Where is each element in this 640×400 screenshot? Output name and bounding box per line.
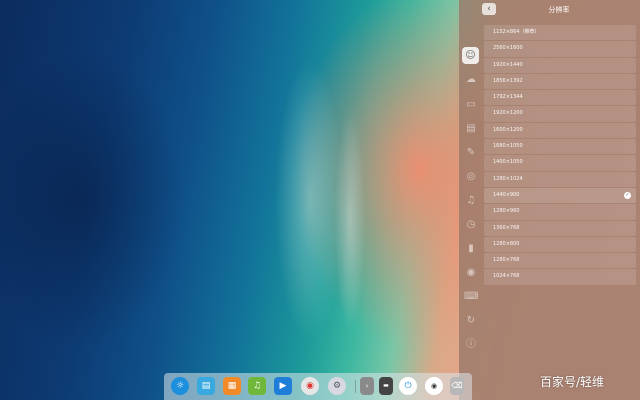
resolution-label: 1920×1440 xyxy=(493,61,523,68)
resolution-label: 1024×768 xyxy=(493,273,520,280)
resolution-option[interactable]: 1360×768 xyxy=(484,220,636,236)
personalization-icon[interactable]: ✎ xyxy=(464,146,478,160)
system-info-icon[interactable]: ⓘ xyxy=(464,338,478,352)
datetime-icon[interactable]: ◷ xyxy=(464,218,478,232)
chrome-icon[interactable]: ◉ xyxy=(301,377,319,395)
network-icon[interactable]: ◎ xyxy=(464,170,478,184)
resolution-label: 1920×1200 xyxy=(493,110,523,117)
file-manager-icon[interactable]: ▤ xyxy=(197,377,215,395)
resolution-list: 1152×864（推荐） 2560×1600 1920×1440 1856×13… xyxy=(484,25,636,286)
sound-icon[interactable]: ♫ xyxy=(464,194,478,208)
display-icon[interactable]: ▭ xyxy=(464,98,478,112)
music-icon[interactable]: ♫ xyxy=(248,377,266,395)
update-icon[interactable]: ↻ xyxy=(464,314,478,328)
resolution-label: 1600×1200 xyxy=(493,126,523,133)
resolution-option[interactable]: 1280×1024 xyxy=(484,171,636,187)
resolution-label: 1152×864（推荐） xyxy=(493,29,540,35)
resolution-label: 1856×1392 xyxy=(493,77,523,84)
resolution-label: 1280×800 xyxy=(493,240,520,247)
account-icon[interactable]: ☺ xyxy=(462,47,479,64)
dock-divider xyxy=(355,380,356,393)
resolution-option-selected[interactable]: 1440×900 ✓ xyxy=(484,187,636,204)
settings-icon[interactable]: ⚙ xyxy=(328,377,346,395)
resolution-label: 1360×768 xyxy=(493,224,520,231)
resolution-label: 1280×1024 xyxy=(493,175,523,182)
wallpaper-deep-water xyxy=(0,0,220,400)
trash-icon[interactable]: ⌫ xyxy=(450,377,464,395)
resolution-option[interactable]: 1152×864（推荐） xyxy=(484,25,636,41)
wallpaper-shoreline xyxy=(320,60,380,390)
panel-header: ‹ 分辨率 xyxy=(459,0,640,22)
resolution-option[interactable]: 1680×1050 xyxy=(484,139,636,155)
resolution-label: 2560×1600 xyxy=(493,45,523,52)
keyboard-icon[interactable]: ⌨ xyxy=(464,290,478,304)
resolution-option[interactable]: 1280×960 xyxy=(484,204,636,220)
panel-title: 分辨率 xyxy=(548,6,570,14)
power-icon[interactable]: ▮ xyxy=(464,242,478,256)
resolution-label: 1792×1344 xyxy=(493,94,523,101)
video-icon[interactable]: ▶ xyxy=(274,377,292,395)
back-button[interactable]: ‹ xyxy=(482,3,496,15)
dock: ☼ ▤ ▦ ♫ ▶ ◉ ⚙ › ▬ ⏻ ◉ ⌫ xyxy=(164,373,472,400)
resolution-label: 1400×1050 xyxy=(493,159,523,166)
resolution-label: 1280×768 xyxy=(493,257,520,264)
default-apps-icon[interactable]: ▤ xyxy=(464,122,478,136)
launcher-icon[interactable]: ☼ xyxy=(171,377,189,395)
resolution-option[interactable]: 1600×1200 xyxy=(484,122,636,139)
watermark: 百家号/轻维 xyxy=(540,375,605,389)
resolution-option[interactable]: 1920×1200 xyxy=(484,106,636,122)
resolution-label: 1440×900 xyxy=(493,191,520,198)
resolution-option[interactable]: 1920×1440 xyxy=(484,57,636,73)
resolution-option[interactable]: 1024×768 xyxy=(484,269,636,285)
resolution-option[interactable]: 1280×768 xyxy=(484,253,636,269)
resolution-option[interactable]: 1280×800 xyxy=(484,236,636,253)
checkmark-icon: ✓ xyxy=(624,191,631,199)
power-button-icon[interactable]: ⏻ xyxy=(399,377,417,395)
resolution-option[interactable]: 2560×1600 xyxy=(484,41,636,57)
terminal-icon[interactable]: › xyxy=(360,377,374,395)
resolution-label: 1680×1050 xyxy=(493,143,523,150)
resolution-option[interactable]: 1792×1344 xyxy=(484,90,636,106)
cloud-sync-icon[interactable]: ☁ xyxy=(464,73,478,87)
mouse-icon[interactable]: ◉ xyxy=(464,266,478,280)
app-store-icon[interactable]: ▦ xyxy=(223,377,241,395)
screen-icon[interactable]: ▬ xyxy=(379,377,393,395)
app-badge-icon[interactable]: ◉ xyxy=(425,377,443,395)
resolution-option[interactable]: 1856×1392 xyxy=(484,73,636,90)
resolution-label: 1280×960 xyxy=(493,208,520,215)
control-center-panel: ‹ 分辨率 ☺ ☁ ▭ ▤ ✎ ◎ ♫ ◷ ▮ ◉ ⌨ ↻ ⓘ 1152×864… xyxy=(459,0,640,400)
resolution-option[interactable]: 1400×1050 xyxy=(484,155,636,171)
settings-nav: ☺ ☁ ▭ ▤ ✎ ◎ ♫ ◷ ▮ ◉ ⌨ ↻ ⓘ xyxy=(459,22,483,400)
